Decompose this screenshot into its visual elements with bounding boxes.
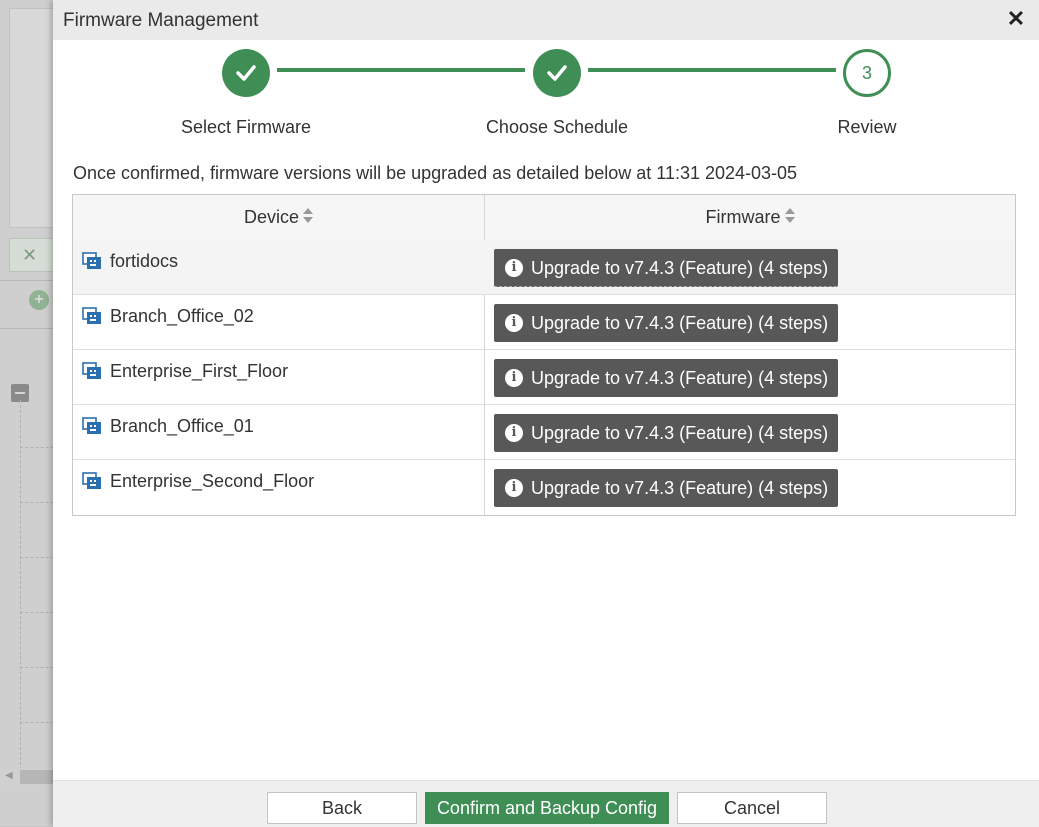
firmware-upgrade-text: Upgrade to v7.4.3 (Feature) (4 steps): [531, 313, 829, 333]
dialog-titlebar: Firmware Management ✕: [53, 0, 1039, 40]
info-icon: i: [505, 479, 523, 497]
checkmark-icon: [547, 65, 567, 81]
firmware-upgrade-text: Upgrade to v7.4.3 (Feature) (4 steps): [531, 368, 829, 388]
fortigate-device-icon: [82, 252, 101, 269]
table-header: Device Firmware: [73, 195, 1015, 241]
fortigate-device-icon: [82, 362, 101, 379]
checkmark-icon: [236, 65, 256, 81]
dialog-footer: Back Confirm and Backup Config Cancel: [53, 780, 1039, 827]
background-panel: [9, 8, 55, 228]
tree-line: [20, 400, 21, 770]
step-2-complete-icon: [533, 49, 581, 97]
firmware-upgrade-text: Upgrade to v7.4.3 (Feature) (4 steps): [531, 478, 829, 498]
column-label: Firmware: [705, 207, 781, 227]
tree-line: [20, 502, 54, 503]
device-name: Branch_Office_01: [110, 416, 254, 436]
table-row[interactable]: Branch_Office_02 i Upgrade to v7.4.3 (Fe…: [73, 295, 1015, 350]
firmware-upgrade-text: Upgrade to v7.4.3 (Feature) (4 steps): [531, 258, 829, 278]
back-button[interactable]: Back: [267, 792, 417, 824]
step-label-select-firmware: Select Firmware: [180, 117, 312, 137]
table-row[interactable]: fortidocs i Upgrade to v7.4.3 (Feature) …: [73, 240, 1015, 295]
column-header-device[interactable]: Device: [73, 195, 484, 240]
column-header-firmware[interactable]: Firmware: [485, 195, 1015, 240]
step-label-choose-schedule: Choose Schedule: [485, 117, 629, 137]
firmware-upgrade-badge[interactable]: i Upgrade to v7.4.3 (Feature) (4 steps): [494, 414, 838, 452]
add-icon: +: [29, 290, 49, 310]
confirm-and-backup-config-button[interactable]: Confirm and Backup Config: [425, 792, 669, 824]
firmware-upgrade-badge[interactable]: i Upgrade to v7.4.3 (Feature) (4 steps): [494, 249, 838, 287]
background-scrollbar: ◀: [0, 768, 55, 786]
step-3-current: 3: [843, 49, 891, 97]
tree-line: [20, 447, 54, 448]
step-1-complete-icon: [222, 49, 270, 97]
device-name: Enterprise_First_Floor: [110, 361, 289, 381]
firmware-table: Device Firmware fortidocs i Upgrade to v…: [72, 194, 1016, 516]
firmware-upgrade-text: Upgrade to v7.4.3 (Feature) (4 steps): [531, 423, 829, 443]
tree-line: [20, 722, 54, 723]
step-connector: [277, 68, 525, 72]
step-connector: [588, 68, 836, 72]
scroll-left-icon: ◀: [5, 770, 13, 781]
table-row[interactable]: Branch_Office_01 i Upgrade to v7.4.3 (Fe…: [73, 405, 1015, 460]
firmware-management-dialog: Firmware Management ✕ 3 Select Firmware …: [53, 0, 1039, 827]
sort-icon[interactable]: [303, 208, 314, 224]
tree-line: [20, 667, 54, 668]
close-icon[interactable]: ✕: [1005, 7, 1027, 31]
info-icon: i: [505, 314, 523, 332]
scroll-thumb: [20, 770, 54, 784]
dialog-title: Firmware Management: [63, 10, 259, 31]
firmware-upgrade-badge[interactable]: i Upgrade to v7.4.3 (Feature) (4 steps): [494, 469, 838, 507]
info-icon: i: [505, 259, 523, 277]
tree-line: [20, 612, 54, 613]
tools-icon: ✕: [22, 245, 38, 265]
fortigate-device-icon: [82, 307, 101, 324]
info-icon: i: [505, 369, 523, 387]
info-icon: i: [505, 424, 523, 442]
confirmation-message: Once confirmed, firmware versions will b…: [73, 163, 798, 183]
table-row[interactable]: Enterprise_Second_Floor i Upgrade to v7.…: [73, 460, 1015, 515]
table-row[interactable]: Enterprise_First_Floor i Upgrade to v7.4…: [73, 350, 1015, 405]
column-label: Device: [243, 207, 300, 227]
firmware-upgrade-badge[interactable]: i Upgrade to v7.4.3 (Feature) (4 steps): [494, 359, 838, 397]
divider: [0, 280, 55, 281]
divider: [0, 328, 55, 329]
firmware-upgrade-badge[interactable]: i Upgrade to v7.4.3 (Feature) (4 steps): [494, 304, 838, 342]
step-label-review: Review: [837, 117, 897, 137]
device-name: Branch_Office_02: [110, 306, 254, 326]
background-app: ✕ + ◀: [0, 0, 60, 826]
fortigate-device-icon: [82, 417, 101, 434]
sort-icon[interactable]: [784, 208, 795, 224]
tree-line: [20, 557, 54, 558]
fortigate-device-icon: [82, 472, 101, 489]
device-name: Enterprise_Second_Floor: [110, 471, 315, 491]
device-name: fortidocs: [110, 251, 179, 271]
cancel-button[interactable]: Cancel: [677, 792, 827, 824]
background-tool-button: ✕: [9, 238, 55, 272]
